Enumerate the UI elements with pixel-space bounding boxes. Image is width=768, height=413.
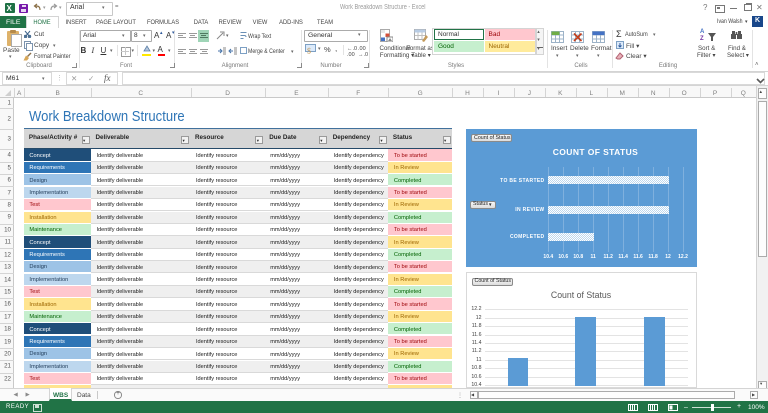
- svg-text:$: $: [307, 47, 311, 55]
